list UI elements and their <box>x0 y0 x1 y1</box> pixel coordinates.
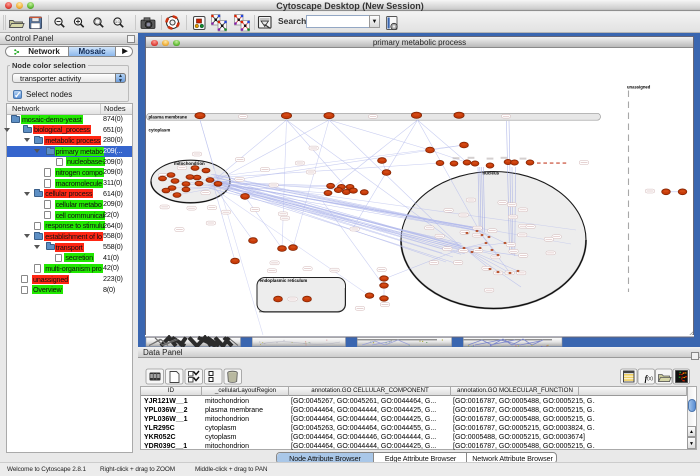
svg-text:1:1: 1:1 <box>115 20 120 24</box>
svg-text:nucleus: nucleus <box>483 170 500 175</box>
svg-text:(x): (x) <box>647 376 653 382</box>
svg-text:plasma membrane: plasma membrane <box>149 114 188 119</box>
svg-text:endoplasmic reticulum: endoplasmic reticulum <box>260 278 308 283</box>
svg-text:mitochondrion: mitochondrion <box>174 161 205 166</box>
svg-text:cytoplasm: cytoplasm <box>149 128 171 133</box>
svg-text:unassigned: unassigned <box>627 85 651 90</box>
